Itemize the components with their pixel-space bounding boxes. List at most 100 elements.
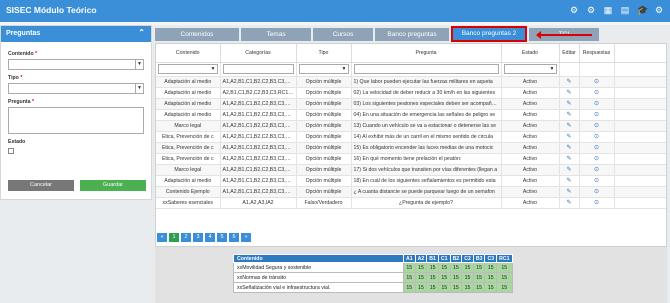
- summary-value: 15: [426, 272, 439, 283]
- gears-icon[interactable]: ⚙: [569, 5, 579, 15]
- edit-icon[interactable]: ✎: [566, 167, 571, 173]
- answers-icon[interactable]: ⊙: [594, 200, 599, 206]
- page-button[interactable]: 2: [181, 233, 191, 242]
- chevron-up-icon[interactable]: ⌃: [138, 28, 145, 37]
- answers-icon[interactable]: ⊙: [594, 189, 599, 195]
- cog-icon[interactable]: ⚙: [654, 5, 664, 15]
- cancel-button[interactable]: Cancelar: [8, 180, 74, 191]
- summary-header: A2: [414, 254, 428, 263]
- cell-tipo: Opción múltiple: [296, 87, 352, 99]
- pregunta-label: Pregunta *: [8, 99, 34, 105]
- col-header-pregunta[interactable]: Pregunta: [351, 44, 502, 63]
- summary-header: RC1: [496, 254, 513, 263]
- tab-bar: Contenidos Temas Cursos Banco preguntas …: [155, 26, 599, 42]
- filter-tipo-select[interactable]: ▼: [298, 64, 349, 74]
- estado-label: Estado: [8, 139, 26, 145]
- table-row: Adaptación al medio A1,A2,B1,C1,B2,C2,B3,…: [156, 98, 666, 110]
- cell-tipo: Opción múltiple: [296, 76, 352, 88]
- filter-estado-select[interactable]: ▼: [503, 64, 557, 74]
- edit-icon[interactable]: ✎: [566, 90, 571, 96]
- contenido-select[interactable]: ▼: [8, 59, 144, 70]
- tab-cursos[interactable]: Cursos: [313, 28, 373, 41]
- summary-header: B1: [426, 254, 439, 263]
- col-header-blank: [614, 44, 666, 63]
- col-header-tipo[interactable]: Tipo: [296, 44, 352, 63]
- filter-pregunta-input[interactable]: [353, 64, 499, 74]
- answers-icon[interactable]: ⊙: [594, 112, 599, 118]
- tab-banco-preguntas[interactable]: Banco preguntas: [375, 28, 449, 41]
- answers-icon[interactable]: ⊙: [594, 90, 599, 96]
- tab-temas[interactable]: Temas: [241, 28, 311, 41]
- summary-value: 15: [472, 262, 486, 273]
- tab-contenidos[interactable]: Contenidos: [155, 28, 239, 41]
- cell-tipo: Opción múltiple: [296, 153, 352, 165]
- book-icon[interactable]: ▤: [620, 5, 630, 15]
- edit-icon[interactable]: ✎: [566, 200, 571, 206]
- settings-icon[interactable]: ⚙: [586, 5, 596, 15]
- app-title: SISEC Módulo Teórico: [6, 5, 97, 15]
- calendar-icon[interactable]: ▦: [603, 5, 613, 15]
- answers-icon[interactable]: ⊙: [594, 101, 599, 107]
- summary-value: 15: [449, 272, 463, 283]
- col-header-contenido[interactable]: Contenido: [156, 44, 221, 63]
- top-bar: SISEC Módulo Teórico ⚙ ⚙ ▦ ▤ 🎓 ⚙: [0, 0, 670, 22]
- summary-value: 15: [403, 272, 416, 283]
- page-button[interactable]: 3: [193, 233, 203, 242]
- tipo-select[interactable]: ▼: [8, 83, 144, 94]
- answers-icon[interactable]: ⊙: [594, 156, 599, 162]
- chevron-down-icon: ▼: [135, 84, 143, 93]
- table-row: Contenido Ejemplo A1,A2,B1,C1,B2,C2,B3,C3…: [156, 186, 666, 198]
- pregunta-textarea[interactable]: [8, 107, 144, 134]
- panel-header: Preguntas ⌃: [1, 26, 151, 42]
- page-button[interactable]: 1: [169, 233, 179, 242]
- summary-contenido: xxNormas de tránsito: [233, 272, 404, 283]
- graduation-cap-icon[interactable]: 🎓: [637, 5, 648, 15]
- filter-contenido-select[interactable]: ▼: [158, 64, 218, 74]
- table-row: xxSaberes esenciales A1,A2,A3,IA2 Falso/Ve…: [156, 197, 666, 209]
- cell-categorias: A2,B1,C1,B2,C2,B3,C3,RC1,RC2,: [220, 87, 297, 99]
- col-header-categorias[interactable]: Categorías: [220, 44, 297, 63]
- page-button[interactable]: »: [241, 233, 251, 242]
- table-row: Etica, Prevención de c A1,A2,B1,C1,B2,C2,…: [156, 142, 666, 154]
- cell-estado: Activo: [501, 197, 560, 209]
- summary-row: xxSeñalización vial e infraestructura vi…: [233, 282, 513, 293]
- cell-estado: Activo: [501, 98, 560, 110]
- edit-icon[interactable]: ✎: [566, 145, 571, 151]
- answers-icon[interactable]: ⊙: [594, 134, 599, 140]
- cell-tipo: Opción múltiple: [296, 109, 352, 121]
- col-header-estado[interactable]: Estado: [501, 44, 560, 63]
- cell-categorias: A1,A2,B1,C1,B2,C2,B3,C3,RC1,RC2,: [220, 131, 297, 143]
- cell-estado: Activo: [501, 175, 560, 187]
- cell-contenido: Etica, Prevención de c: [156, 131, 221, 143]
- edit-icon[interactable]: ✎: [566, 156, 571, 162]
- edit-icon[interactable]: ✎: [566, 178, 571, 184]
- page-button[interactable]: 5: [217, 233, 227, 242]
- answers-icon[interactable]: ⊙: [594, 178, 599, 184]
- tab-banco-preguntas-2[interactable]: Banco preguntas 2: [451, 26, 527, 42]
- edit-icon[interactable]: ✎: [566, 101, 571, 107]
- edit-icon[interactable]: ✎: [566, 123, 571, 129]
- page-button[interactable]: 4: [205, 233, 215, 242]
- cell-estado: Activo: [501, 153, 560, 165]
- edit-icon[interactable]: ✎: [566, 112, 571, 118]
- filter-categorias-input[interactable]: [222, 64, 294, 74]
- summary-value: 15: [484, 262, 498, 273]
- answers-icon[interactable]: ⊙: [594, 167, 599, 173]
- cell-pregunta: 14) Al exhibir más de un carril en el mi…: [351, 131, 502, 143]
- answers-icon[interactable]: ⊙: [594, 145, 599, 151]
- page-button[interactable]: 6: [229, 233, 239, 242]
- summary-value: 15: [461, 272, 474, 283]
- edit-icon[interactable]: ✎: [566, 189, 571, 195]
- estado-checkbox[interactable]: [8, 148, 14, 154]
- answers-icon[interactable]: ⊙: [594, 123, 599, 129]
- summary-row: xxNormas de tránsito 15 15 15 15 15 15 15 15 15: [233, 272, 513, 283]
- table-row: Adaptación al medio A1,A2,B1,C1,B2,C2,B3,…: [156, 109, 666, 121]
- page-button[interactable]: «: [157, 233, 167, 242]
- cell-tipo: Falso/Verdadero: [296, 197, 352, 209]
- answers-icon[interactable]: ⊙: [594, 79, 599, 85]
- edit-icon[interactable]: ✎: [566, 134, 571, 140]
- questions-table-panel: Contenido Categorías Tipo Pregunta Estad…: [155, 43, 667, 247]
- edit-icon[interactable]: ✎: [566, 79, 571, 85]
- cell-categorias: A1,A2,A3,IA2: [220, 197, 297, 209]
- save-button[interactable]: Guardar: [80, 180, 146, 191]
